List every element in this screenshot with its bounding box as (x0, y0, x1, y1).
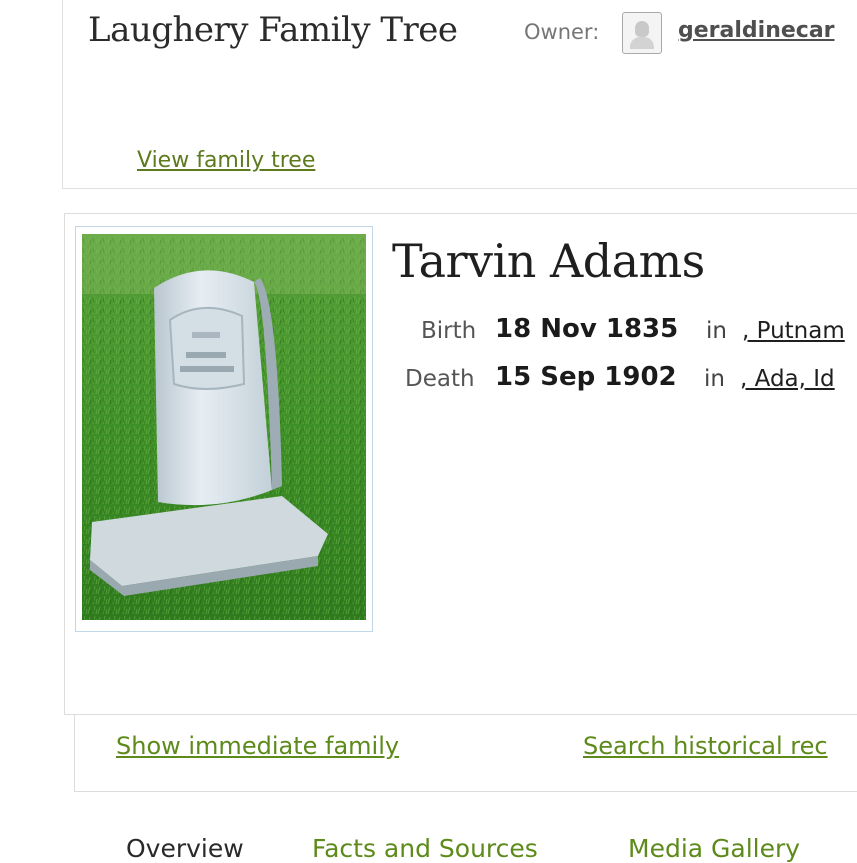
person-name: Tarvin Adams (392, 234, 705, 288)
view-family-tree-link[interactable]: View family tree (137, 148, 315, 173)
death-place-link[interactable]: , Ada, Id (740, 366, 835, 392)
birth-label: Birth (421, 318, 477, 344)
avatar-head-shape (635, 21, 649, 37)
tab-overview[interactable]: Overview (126, 834, 244, 863)
avatar-shoulders-shape (630, 37, 654, 49)
tree-title: Laughery Family Tree (88, 10, 458, 50)
birth-date: 18 Nov 1835 (495, 314, 679, 344)
show-immediate-family-link[interactable]: Show immediate family (116, 732, 399, 760)
owner-label: Owner: (524, 20, 600, 44)
birth-place-link[interactable]: , Putnam (742, 318, 845, 344)
search-historical-records-link[interactable]: Search historical rec (583, 732, 828, 760)
death-label: Death (405, 366, 475, 392)
death-in-text: in (704, 366, 725, 392)
owner-name-link[interactable]: geraldinecar (678, 18, 835, 43)
death-date: 15 Sep 1902 (495, 362, 677, 392)
tab-media-gallery[interactable]: Media Gallery (628, 834, 800, 863)
headstone-photo[interactable] (82, 234, 366, 620)
owner-avatar-icon[interactable] (622, 12, 662, 54)
birth-in-text: in (706, 318, 727, 344)
headstone-photo-image (82, 234, 366, 620)
tab-facts-and-sources[interactable]: Facts and Sources (312, 834, 538, 863)
